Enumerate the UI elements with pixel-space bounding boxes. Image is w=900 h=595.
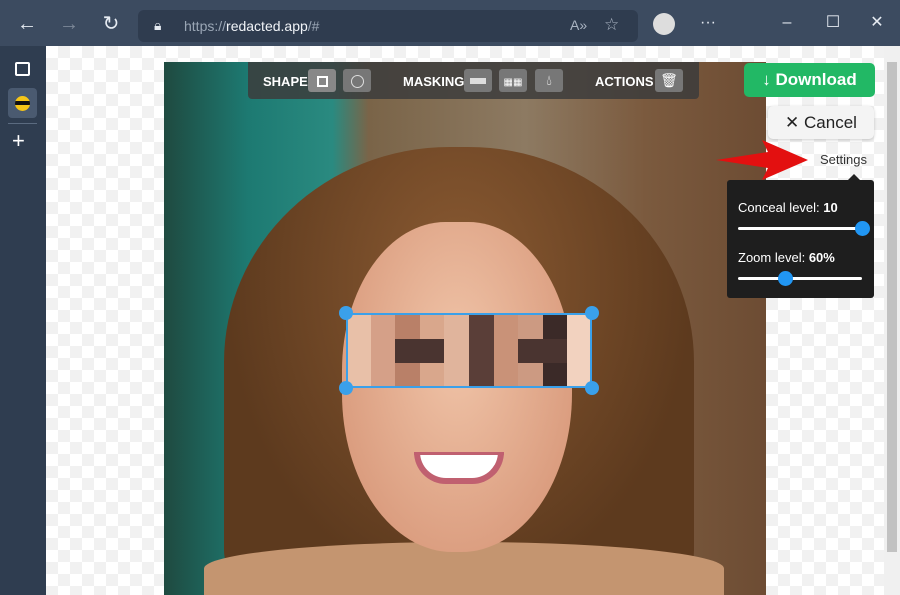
download-icon: ↓: [762, 70, 776, 89]
pixelate-mask-button[interactable]: ▦▦: [499, 69, 527, 92]
editor-toolbar: SHAPE MASKING ▦▦ 💧︎ ACTIONS 🗑︎: [248, 62, 699, 99]
resize-handle[interactable]: [339, 306, 353, 320]
conceal-level-slider[interactable]: [738, 221, 870, 236]
actions-label: ACTIONS: [595, 74, 654, 89]
solid-mask-button[interactable]: [464, 69, 492, 92]
close-icon: ✕: [785, 113, 805, 132]
download-button[interactable]: ↓ Download: [744, 63, 875, 97]
lock-icon: 🔒︎: [154, 17, 162, 33]
resize-handle[interactable]: [585, 306, 599, 320]
resize-handle[interactable]: [585, 381, 599, 395]
selection-box[interactable]: [346, 313, 592, 388]
zoom-level-label: Zoom level: 60%: [738, 250, 835, 265]
trash-icon: 🗑︎: [660, 72, 678, 88]
forward-icon[interactable]: →: [55, 10, 83, 38]
browser-toolbar: ← → ↻ 🔒︎ https://redacted.app/# A» ☆ ···…: [0, 0, 900, 46]
conceal-level-label: Conceal level: 10: [738, 200, 838, 215]
zoom-level-slider[interactable]: [738, 271, 862, 286]
bar-icon: [470, 78, 486, 85]
read-aloud-icon[interactable]: A»: [570, 17, 587, 33]
slider-thumb[interactable]: [778, 271, 794, 286]
divider: [8, 123, 37, 124]
emoji-favicon-icon: [15, 96, 30, 111]
new-tab-icon[interactable]: +: [12, 128, 25, 154]
settings-popover: Conceal level: 10 Zoom level: 60%: [727, 174, 874, 298]
cancel-button[interactable]: ✕ Cancel: [768, 106, 874, 139]
tab-redacted[interactable]: [8, 88, 37, 118]
droplet-icon: 💧︎: [546, 72, 552, 88]
close-icon[interactable]: ✕: [862, 10, 892, 36]
more-icon[interactable]: ···: [693, 10, 723, 36]
profile-avatar[interactable]: [653, 13, 675, 35]
download-label: Download: [775, 70, 857, 89]
resize-handle[interactable]: [339, 381, 353, 395]
circle-shape-button[interactable]: [343, 69, 371, 92]
rectangle-shape-button[interactable]: [308, 69, 336, 92]
circle-icon: [350, 74, 364, 88]
masking-label: MASKING: [403, 74, 465, 89]
pixel-icon: ▦▦: [503, 77, 523, 88]
shape-label: SHAPE: [263, 74, 308, 89]
vertical-tabs-sidebar: +: [0, 46, 46, 595]
address-bar[interactable]: 🔒︎ https://redacted.app/# A» ☆: [138, 10, 638, 42]
blur-mask-button[interactable]: 💧︎: [535, 69, 563, 92]
favorite-icon[interactable]: ☆: [604, 15, 619, 35]
minimize-icon[interactable]: –: [772, 10, 802, 36]
square-icon: [316, 75, 328, 87]
settings-button[interactable]: Settings: [820, 152, 867, 167]
red-arrow-annotation: [716, 140, 808, 180]
tab-actions-icon[interactable]: [15, 62, 30, 76]
slider-thumb[interactable]: [855, 221, 870, 236]
url-text: https://redacted.app/#: [184, 18, 320, 34]
delete-button[interactable]: 🗑︎: [655, 69, 683, 92]
refresh-icon[interactable]: ↻: [97, 10, 125, 38]
scrollbar-thumb[interactable]: [887, 62, 897, 552]
cancel-label: Cancel: [804, 113, 857, 132]
back-icon[interactable]: ←: [13, 10, 41, 38]
maximize-icon[interactable]: ☐: [818, 10, 848, 36]
scrollbar[interactable]: [884, 46, 900, 595]
